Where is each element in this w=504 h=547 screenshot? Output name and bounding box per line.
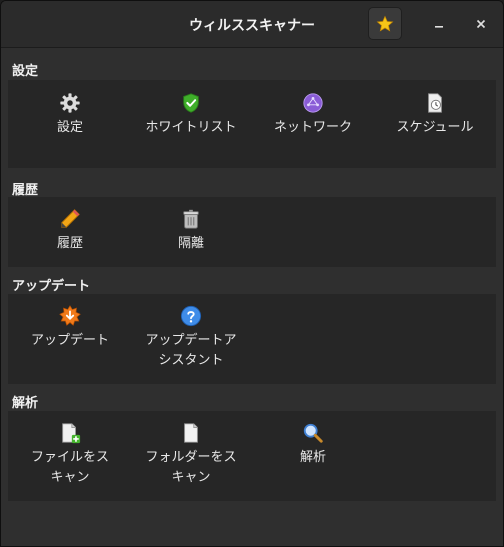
scan-file-label-line2: キャン [50, 470, 90, 485]
quarantine-icon [183, 209, 199, 229]
star-icon [376, 15, 394, 32]
scan-folder-label-line2: キャン [171, 470, 211, 485]
quarantine-item[interactable]: 隔離 [131, 208, 251, 254]
analysis-item[interactable]: 解析 [253, 422, 373, 468]
minimize-button[interactable] [429, 14, 449, 34]
scan-folder-icon [184, 423, 198, 443]
section-title: 設定 [12, 64, 39, 79]
magnifier-icon [303, 423, 323, 443]
update-assistant-item[interactable]: アップデートア シスタント [131, 305, 251, 371]
settings-label: 設定 [56, 120, 83, 135]
update-icon [59, 305, 81, 326]
window-title: ウィルススキャナー [189, 18, 315, 34]
scan-file-icon [62, 423, 81, 444]
section-title: 履歴 [12, 183, 39, 198]
favorite-button[interactable] [368, 7, 402, 40]
section-title: アップデート [12, 279, 91, 294]
schedule-label: スケジュール [396, 120, 474, 135]
pencil-icon [61, 209, 80, 228]
app-window: ウィルススキャナー 設定 設定 ホワイトリスト ネットワーク スケジュール 履歴… [0, 0, 504, 547]
shield-check-icon [183, 93, 199, 113]
settings-item[interactable]: 設定 [10, 92, 130, 138]
minimize-icon [435, 26, 443, 28]
scan-folder-item[interactable]: フォルダーをス キャン [131, 422, 251, 488]
update-assistant-label-line2: シスタント [158, 353, 224, 368]
close-icon [476, 19, 486, 29]
quarantine-label: 隔離 [177, 236, 204, 251]
schedule-item[interactable]: スケジュール [375, 92, 495, 138]
analysis-label: 解析 [299, 450, 326, 465]
update-item[interactable]: アップデート [10, 305, 130, 351]
scan-file-label-line1: ファイルをス [30, 450, 109, 465]
network-label: ネットワーク [273, 120, 352, 135]
section-title: 解析 [12, 396, 39, 411]
network-item[interactable]: ネットワーク [253, 92, 373, 138]
analysis-panel: ファイルをス キャン フォルダーをス キャン 解析 [8, 411, 496, 501]
section-header-settings: 設定 [1, 53, 503, 83]
scan-file-item[interactable]: ファイルをス キャン [10, 422, 130, 488]
settings-panel: 設定 ホワイトリスト ネットワーク スケジュール [8, 80, 496, 168]
whitelist-label: ホワイトリスト [145, 120, 237, 135]
whitelist-item[interactable]: ホワイトリスト [131, 92, 251, 138]
history-panel: 履歴 隔離 [8, 197, 496, 267]
gear-icon [60, 93, 80, 113]
scan-folder-label-line1: フォルダーをス [145, 450, 237, 465]
network-icon [303, 93, 323, 113]
help-icon [180, 305, 202, 327]
close-button[interactable] [471, 14, 491, 34]
history-item[interactable]: 履歴 [10, 208, 130, 254]
titlebar: ウィルススキャナー [1, 1, 503, 48]
update-label: アップデート [30, 333, 109, 348]
schedule-icon [428, 93, 442, 113]
update-panel: アップデート アップデートア シスタント [8, 294, 496, 384]
history-label: 履歴 [56, 236, 83, 251]
update-assistant-label-line1: アップデートア [145, 333, 237, 348]
